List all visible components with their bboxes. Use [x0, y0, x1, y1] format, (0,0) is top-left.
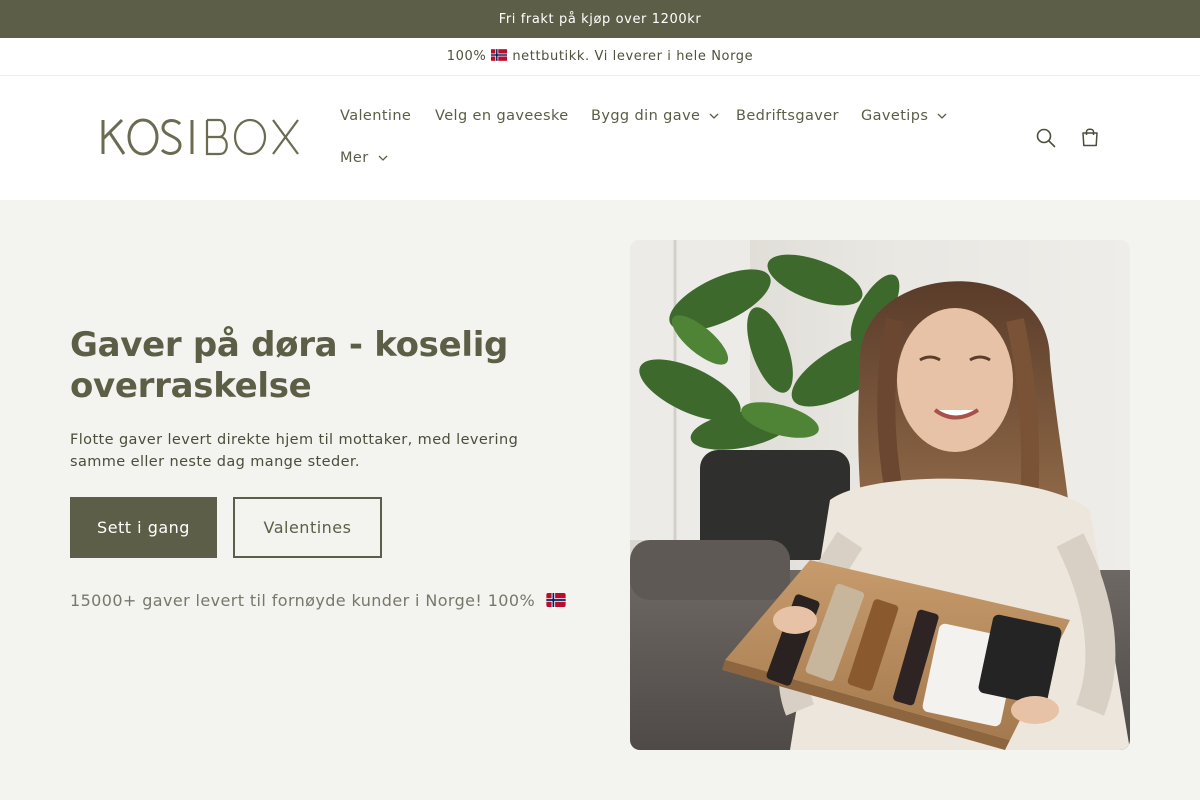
nav-label: Bygg din gave [591, 108, 701, 124]
announcement-bar-top: Fri frakt på kjøp over 1200kr [0, 0, 1200, 38]
nav-label: Valentine [340, 108, 412, 124]
norway-flag-icon [545, 592, 566, 611]
hero-photo [630, 240, 1130, 750]
logo-wordmark-icon [101, 118, 299, 156]
nav-label: Velg en gaveeske [435, 108, 569, 124]
nav-label: Mer [340, 150, 369, 166]
nav-item-mer[interactable]: Mer [340, 150, 388, 166]
nav-item-bygg-din-gave[interactable]: Bygg din gave [591, 108, 719, 124]
nav-label: Gavetips [861, 108, 929, 124]
nav-item-gavetips[interactable]: Gavetips [861, 108, 947, 124]
free-shipping-text: Fri frakt på kjøp over 1200kr [498, 11, 702, 27]
hero-note: 15000+ gaver levert til fornøyde kunder … [70, 591, 590, 611]
hero-section: Gaver på døra - koselig overraskelse Flo… [0, 200, 1200, 800]
sett-i-gang-button[interactable]: Sett i gang [70, 497, 217, 558]
cart-icon[interactable] [1079, 126, 1103, 150]
chevron-down-icon [378, 153, 388, 163]
hero-description: Flotte gaver levert direkte hjem til mot… [70, 432, 519, 470]
search-icon[interactable] [1035, 127, 1059, 151]
nav-item-bedriftsgaver[interactable]: Bedriftsgaver [736, 108, 839, 124]
norwegian-store-prefix: 100% [446, 49, 487, 64]
kosibox-logo[interactable] [100, 117, 300, 157]
nav-item-valentine[interactable]: Valentine [340, 108, 411, 124]
hero-title: Gaver på døra - koselig overraskelse [70, 325, 509, 406]
hero-note-text: 15000+ gaver levert til fornøyde kunder … [70, 591, 536, 610]
nav-label: Bedriftsgaver [736, 108, 839, 124]
site-header: Valentine Velg en gaveeske Bygg din gave… [0, 76, 1200, 200]
valentines-button[interactable]: Valentines [233, 497, 382, 558]
announcement-bar-second: 100% nettbutikk. Vi leverer i hele Norge [0, 38, 1200, 76]
hero-image-woman-opening-gift-box [630, 240, 1130, 750]
main-navigation: Valentine Velg en gaveeske Bygg din gave… [340, 96, 990, 180]
norway-flag-icon [491, 48, 508, 65]
norwegian-store-suffix: nettbutikk. Vi leverer i hele Norge [512, 49, 754, 64]
chevron-down-icon [709, 111, 719, 121]
chevron-down-icon [937, 111, 947, 121]
nav-item-velg-en-gaveeske[interactable]: Velg en gaveeske [435, 108, 569, 124]
